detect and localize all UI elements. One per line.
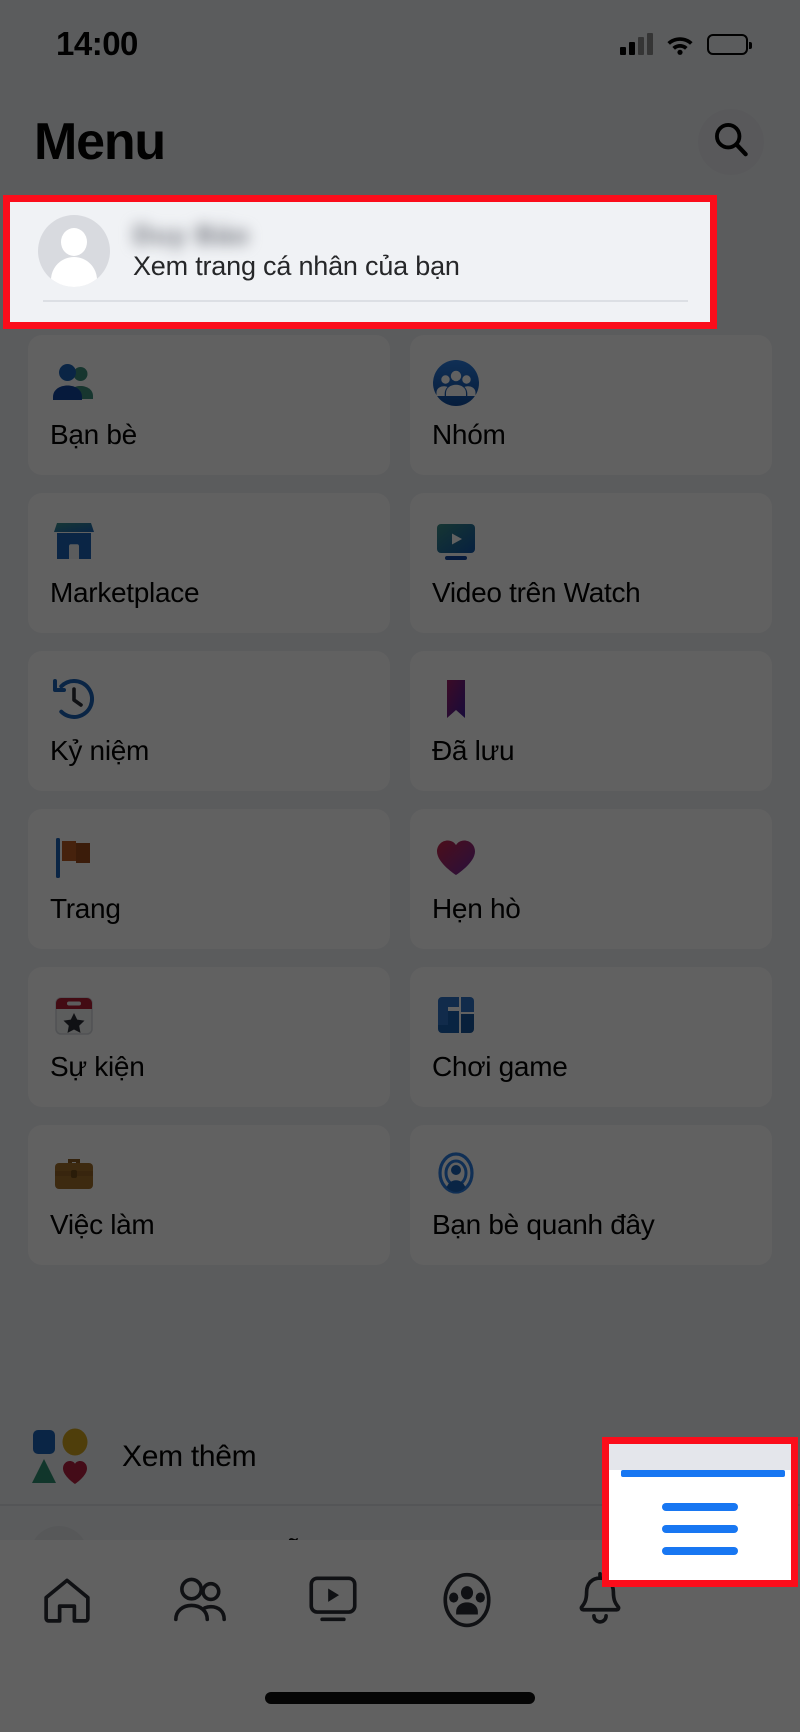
menu-tile-label: Hẹn hò [432,893,521,924]
default-avatar-icon [38,215,110,287]
menu-tile-label: Trang [50,893,121,924]
menu-tile-watch[interactable]: Video trên Watch [410,493,772,633]
menu-tab-top-strip [609,1444,791,1470]
status-bar: 14:00 [0,0,800,88]
menu-tile-groups[interactable]: Nhóm [410,335,772,475]
menu-tab-active-indicator [621,1470,785,1477]
pages-flag-icon [50,833,98,881]
menu-tile-label: Sự kiện [50,1051,145,1082]
menu-tile-events[interactable]: Sự kiện [28,967,390,1107]
search-button[interactable] [698,108,764,175]
menu-tab-highlight[interactable] [602,1437,798,1587]
profile-name: Duy Bảo [133,220,250,250]
page-header: Menu [0,88,800,195]
nav-item-watch[interactable] [267,1540,400,1660]
profile-subtitle: Xem trang cá nhân của bạn [133,250,460,281]
home-icon [40,1573,94,1627]
menu-tile-label: Việc làm [50,1209,155,1240]
friends-outline-icon [171,1573,229,1627]
wifi-icon [665,33,695,55]
hamburger-menu-icon[interactable] [609,1477,791,1555]
profile-entry[interactable]: Duy Bảo Xem trang cá nhân của bạn [10,202,710,290]
menu-tile-label: Marketplace [50,577,200,608]
app-root: 14:00 Menu Bạn bè Nhóm Marketplace Video… [0,0,800,1732]
profile-entry-highlight[interactable]: Duy Bảo Xem trang cá nhân của bạn [3,195,717,329]
gaming-icon [432,991,480,1039]
nav-item-home[interactable] [0,1540,133,1660]
menu-tile-label: Video trên Watch [432,577,641,608]
menu-tile-memories[interactable]: Kỷ niệm [28,651,390,791]
menu-tile-nearby-friends[interactable]: Bạn bè quanh đây [410,1125,772,1265]
cellular-signal-icon [620,33,653,55]
shapes-icon [30,1427,90,1487]
watch-outline-icon [304,1572,362,1628]
search-icon [713,121,749,162]
menu-tile-gaming[interactable]: Chơi game [410,967,772,1107]
watch-video-icon [432,517,480,565]
profile-divider [43,300,688,302]
memories-clock-icon [50,675,98,723]
dating-heart-icon [432,833,480,881]
menu-grid: Bạn bè Nhóm Marketplace Video trên Watch… [0,335,800,1265]
battery-icon [707,33,752,55]
nav-item-friends[interactable] [133,1540,266,1660]
menu-tile-marketplace[interactable]: Marketplace [28,493,390,633]
menu-tile-friends[interactable]: Bạn bè [28,335,390,475]
menu-tile-label: Chơi game [432,1051,568,1082]
home-indicator [265,1692,535,1704]
profile-text: Duy Bảo Xem trang cá nhân của bạn [133,220,460,282]
status-bar-icons [620,33,752,55]
menu-tile-jobs[interactable]: Việc làm [28,1125,390,1265]
page-title: Menu [34,112,166,171]
menu-tile-label: Bạn bè [50,419,137,450]
menu-tile-label: Nhóm [432,419,506,450]
marketplace-icon [50,517,98,565]
menu-tile-label: Kỷ niệm [50,735,150,766]
status-bar-clock: 14:00 [56,25,138,62]
jobs-briefcase-icon [50,1149,98,1197]
events-calendar-icon [50,991,98,1039]
saved-bookmark-icon [432,675,480,723]
menu-tile-dating[interactable]: Hẹn hò [410,809,772,949]
groups-outline-icon [438,1571,496,1629]
nav-item-groups[interactable] [400,1540,533,1660]
menu-tile-pages[interactable]: Trang [28,809,390,949]
nearby-friends-icon [432,1149,480,1197]
menu-tile-label: Bạn bè quanh đây [432,1209,655,1240]
menu-tile-label: Đã lưu [432,735,515,766]
menu-tile-saved[interactable]: Đã lưu [410,651,772,791]
groups-icon [432,359,480,407]
friends-icon [50,359,98,407]
